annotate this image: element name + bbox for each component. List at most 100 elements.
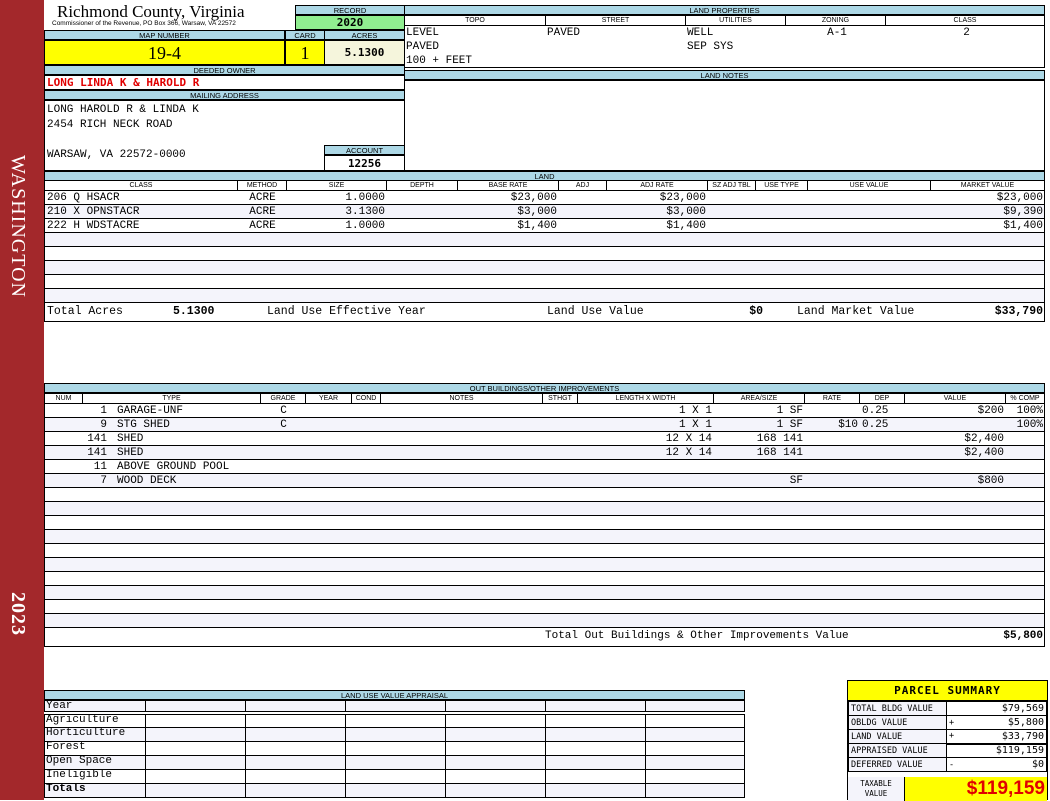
address-line: LONG HAROLD R & LINDA K [47,104,199,116]
outbuilding-column-header: DEP [860,394,905,404]
parcel-summary: PARCEL SUMMARY TOTAL BLDG VALUE $79,569 OB… [847,680,1048,801]
column-header-street: STREET [546,16,686,26]
appraisal-cell [145,784,146,797]
appraisal-cell [145,756,146,769]
deeded-owner: LONG LINDA K & HAROLD R [44,75,405,90]
appraisal-row-label: Ineligible [46,769,113,781]
land-cell-market-value: $23,000 [996,192,1043,204]
summary-value: $5,800 [956,715,1047,730]
land-property-topo: 100 + FEET [406,55,473,67]
appraisal-cell [245,784,246,797]
appraisal-cell [345,770,346,783]
appraisal-cell [545,728,546,741]
land-property-class: 2 [963,27,970,39]
appraisal-cell [545,784,546,797]
table-row: 9 STG SHED C 1 X 11 SF $10 0.25 100% [45,418,1044,432]
table-row [45,544,1044,558]
land-property-street: PAVED [547,27,581,39]
table-row: Totals [44,783,745,798]
table-row [45,488,1044,502]
land-use-appraisal-table: Year Agriculture Horticulture Forest Open Sp… [44,700,745,800]
appraisal-cell [445,784,446,797]
summary-sign: + [946,715,957,730]
land-properties-table: TOPO LEVEL PAVED 100 + FEET STREET PAVED UTILI… [404,15,1045,68]
outbuilding-cell: 1 [100,405,107,417]
appraisal-row-label: Horticulture [46,727,126,739]
outbuilding-column-header: COND [352,394,381,404]
table-row: 7 WOOD DECK SF $800 [45,474,1044,488]
land-cell-method: ACRE [249,192,276,204]
table-row [45,502,1044,516]
land-column-header: ADJ RATE [607,181,708,191]
taxable-value-label: TAXABLE VALUE [848,777,904,801]
appraisal-cell [545,770,546,783]
column-header-zoning: ZONING [786,16,886,26]
map-number-label: MAP NUMBER [44,30,285,40]
appraisal-cell [645,701,646,711]
land-column-header: USE TYPE [756,181,808,191]
outbuilding-cell: 1 SF [776,419,803,431]
acres-label: ACRES [324,30,405,40]
appraisal-cell [445,701,446,711]
appraisal-row-label: Forest [46,741,86,753]
appraisal-cell [245,756,246,769]
outbuilding-cell: 0.25 [862,419,889,431]
land-cell-size: 3.1300 [345,206,385,218]
land-notes [404,80,1045,171]
table-row: 11 ABOVE GROUND POOL [45,460,1044,474]
outbuilding-cell: 141 [87,447,107,459]
appraisal-cell [545,715,546,727]
appraisal-cell [645,742,646,755]
outbuildings-total-label: Total Out Buildings & Other Improvements… [545,630,849,642]
land-cell-adj-rate: $1,400 [666,220,706,232]
summary-sign: + [946,729,957,744]
land-property-topo: PAVED [406,41,440,53]
address-line: WARSAW, VA 22572-0000 [47,149,186,161]
land-market-value: $33,790 [994,305,1043,318]
outbuilding-column-header: STHGT [543,394,578,404]
land-column-header: METHOD [238,181,287,191]
summary-label: APPRAISED VALUE [848,743,947,758]
outbuilding-cell: C [280,405,287,417]
column-header-class: CLASS [886,16,1045,26]
address-line: 2454 RICH NECK ROAD [47,119,173,131]
appraisal-cell [345,742,346,755]
table-row [45,247,1044,261]
outbuilding-column-header: NUM [45,394,83,404]
outbuilding-cell: SHED [117,433,144,445]
outbuilding-cell: $2,400 [964,433,1004,445]
land-market-value-label: Land Market Value [797,305,915,318]
outbuilding-cell: 12 X 14 [665,433,712,445]
summary-value: $33,790 [956,729,1047,744]
appraisal-cell [445,728,446,741]
land-cell-class: 206 Q HSACR [47,192,120,204]
table-row [45,289,1044,303]
summary-sign [946,742,957,758]
appraisal-row-label: Agriculture [46,714,119,726]
appraisal-cell [245,715,246,727]
summary-sign: - [946,757,957,772]
land-property-utilities: SEP SYS [687,41,734,53]
land-cell-class: 222 H WDSTACRE [47,220,140,232]
table-row [45,261,1044,275]
outbuilding-column-header: VALUE [905,394,1006,404]
outbuilding-cell: 100% [1016,405,1043,417]
outbuildings-total: $5,800 [1003,630,1043,642]
land-notes-label: LAND NOTES [404,70,1045,80]
taxable-value: $119,159 [904,777,1047,801]
appraisal-cell [245,770,246,783]
outbuilding-cell: 168 141 [756,447,803,459]
table-row [45,516,1044,530]
land-column-header: CLASS [45,181,238,191]
page-subtitle: Commissioner of the Revenue, PO Box 366,… [52,20,236,27]
land-column-header: DEPTH [387,181,458,191]
land-cell-market-value: $9,390 [1003,206,1043,218]
outbuilding-cell: 100% [1016,419,1043,431]
table-row [45,614,1044,628]
appraisal-cell [345,715,346,727]
appraisal-row-label: Year [46,700,73,712]
appraisal-cell [245,728,246,741]
land-property-topo: LEVEL [406,27,440,39]
outbuilding-cell: WOOD DECK [117,475,177,487]
table-row: Year [44,700,745,712]
